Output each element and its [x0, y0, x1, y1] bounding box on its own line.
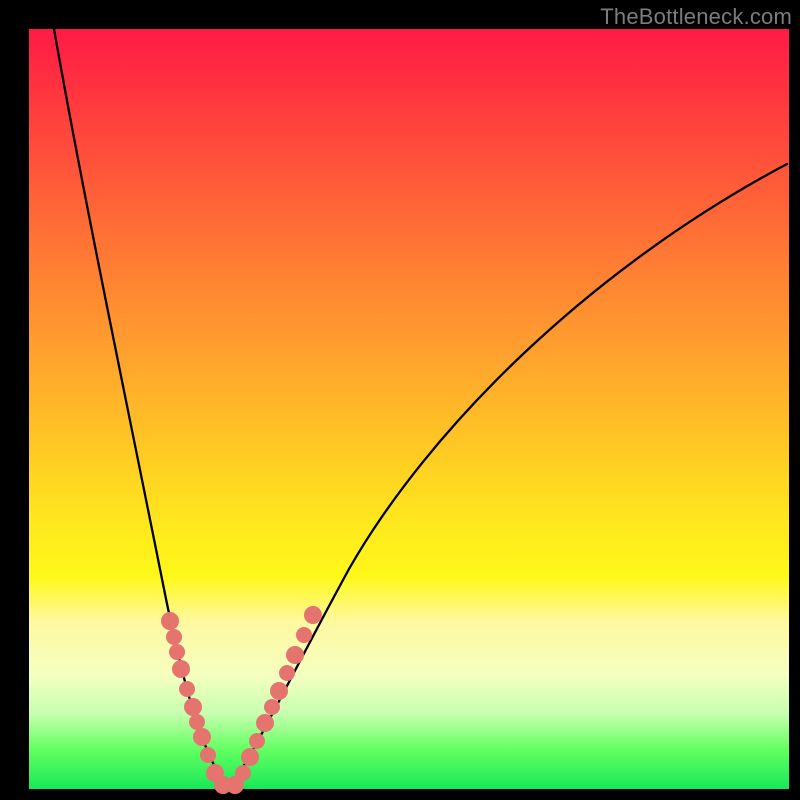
watermark-text: TheBottleneck.com	[600, 4, 792, 30]
chart-frame: TheBottleneck.com	[0, 0, 800, 800]
bead	[279, 665, 295, 681]
bead	[270, 682, 288, 700]
bead	[161, 612, 179, 630]
bead	[193, 728, 211, 746]
bead	[264, 699, 280, 715]
bead	[172, 660, 190, 678]
bead	[189, 714, 205, 730]
beads-right	[226, 606, 322, 794]
bead	[296, 627, 312, 643]
bead	[184, 698, 202, 716]
bead	[286, 646, 304, 664]
bead	[241, 748, 259, 766]
bead	[169, 644, 185, 660]
bead	[200, 747, 216, 763]
bead	[304, 606, 322, 624]
bead	[235, 765, 251, 781]
bead	[166, 629, 182, 645]
right-curve	[229, 164, 787, 789]
left-curve	[54, 29, 229, 789]
bead	[179, 681, 195, 697]
beads-left	[161, 612, 232, 794]
bead	[249, 733, 265, 749]
chart-svg	[29, 29, 789, 789]
plot-area	[29, 29, 789, 789]
bead	[256, 714, 274, 732]
